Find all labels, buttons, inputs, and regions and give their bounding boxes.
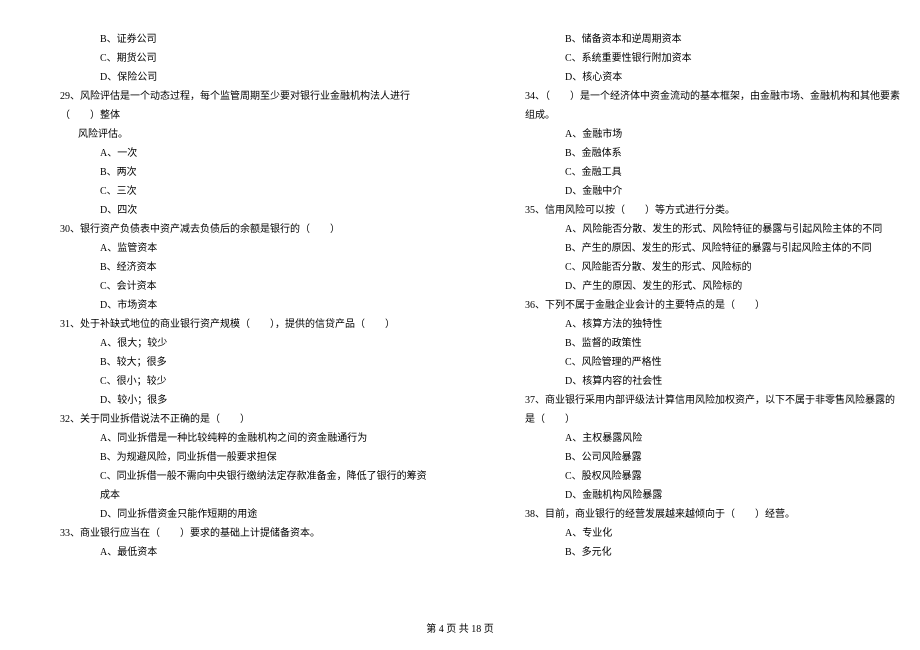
q34-option-b: B、金融体系 (485, 144, 900, 163)
q28-option-b: B、证券公司 (20, 30, 435, 49)
q36-option-d: D、核算内容的社会性 (485, 372, 900, 391)
q32-option-d: D、同业拆借资金只能作短期的用途 (20, 505, 435, 524)
q32-text: 32、关于同业拆借说法不正确的是（ ） (20, 410, 435, 429)
left-column: B、证券公司 C、期货公司 D、保险公司 29、风险评估是一个动态过程，每个监管… (20, 30, 435, 562)
q35-text: 35、信用风险可以按（ ）等方式进行分类。 (485, 201, 900, 220)
q38-option-b: B、多元化 (485, 543, 900, 562)
q34-text: 34、（ ）是一个经济体中资金流动的基本框架，由金融市场、金融机构和其他要素组成… (485, 87, 900, 125)
q31-option-d: D、较小；很多 (20, 391, 435, 410)
q29-text: 29、风险评估是一个动态过程，每个监管周期至少要对银行业金融机构法人进行（ ）整… (20, 87, 435, 125)
q28-option-d: D、保险公司 (20, 68, 435, 87)
q28-option-c: C、期货公司 (20, 49, 435, 68)
q37-option-b: B、公司风险暴露 (485, 448, 900, 467)
q37-option-d: D、金融机构风险暴露 (485, 486, 900, 505)
q31-option-b: B、较大；很多 (20, 353, 435, 372)
right-column: B、储备资本和逆周期资本 C、系统重要性银行附加资本 D、核心资本 34、（ ）… (485, 30, 900, 562)
q37-option-c: C、股权风险暴露 (485, 467, 900, 486)
q32-option-a: A、同业拆借是一种比较纯粹的金融机构之间的资金融通行为 (20, 429, 435, 448)
q30-option-c: C、会计资本 (20, 277, 435, 296)
q29-option-c: C、三次 (20, 182, 435, 201)
q34-option-c: C、金融工具 (485, 163, 900, 182)
q37-text: 37、商业银行采用内部评级法计算信用风险加权资产，以下不属于非零售风险暴露的是（… (485, 391, 900, 429)
q35-option-a: A、风险能否分散、发生的形式、风险特征的暴露与引起风险主体的不同 (485, 220, 900, 239)
q33-option-c: C、系统重要性银行附加资本 (485, 49, 900, 68)
q36-option-a: A、核算方法的独特性 (485, 315, 900, 334)
q33-text: 33、商业银行应当在（ ）要求的基础上计提储备资本。 (20, 524, 435, 543)
q30-option-a: A、监管资本 (20, 239, 435, 258)
page-footer: 第 4 页 共 18 页 (0, 620, 920, 635)
q35-option-d: D、产生的原因、发生的形式、风险标的 (485, 277, 900, 296)
q34-option-d: D、金融中介 (485, 182, 900, 201)
q29-text-cont: 风险评估。 (20, 125, 435, 144)
q38-text: 38、目前，商业银行的经营发展越来越倾向于（ ）经营。 (485, 505, 900, 524)
q36-option-b: B、监督的政策性 (485, 334, 900, 353)
q35-option-c: C、风险能否分散、发生的形式、风险标的 (485, 258, 900, 277)
q31-option-a: A、很大；较少 (20, 334, 435, 353)
q29-option-b: B、两次 (20, 163, 435, 182)
q38-option-a: A、专业化 (485, 524, 900, 543)
q33-option-a: A、最低资本 (20, 543, 435, 562)
q37-option-a: A、主权暴露风险 (485, 429, 900, 448)
q36-option-c: C、风险管理的严格性 (485, 353, 900, 372)
q33-option-d: D、核心资本 (485, 68, 900, 87)
q31-text: 31、处于补缺式地位的商业银行资产规模（ ），提供的信贷产品（ ） (20, 315, 435, 334)
content-columns: B、证券公司 C、期货公司 D、保险公司 29、风险评估是一个动态过程，每个监管… (20, 30, 900, 562)
q32-option-b: B、为规避风险，同业拆借一般要求担保 (20, 448, 435, 467)
q30-option-d: D、市场资本 (20, 296, 435, 315)
q30-text: 30、银行资产负债表中资产减去负债后的余额是银行的（ ） (20, 220, 435, 239)
q36-text: 36、下列不属于金融企业会计的主要特点的是（ ） (485, 296, 900, 315)
q35-option-b: B、产生的原因、发生的形式、风险特征的暴露与引起风险主体的不同 (485, 239, 900, 258)
q33-option-b: B、储备资本和逆周期资本 (485, 30, 900, 49)
q29-option-a: A、一次 (20, 144, 435, 163)
q30-option-b: B、经济资本 (20, 258, 435, 277)
q29-option-d: D、四次 (20, 201, 435, 220)
q31-option-c: C、很小；较少 (20, 372, 435, 391)
q34-option-a: A、金融市场 (485, 125, 900, 144)
q32-option-c: C、同业拆借一般不需向中央银行缴纳法定存款准备金，降低了银行的筹资成本 (20, 467, 435, 505)
